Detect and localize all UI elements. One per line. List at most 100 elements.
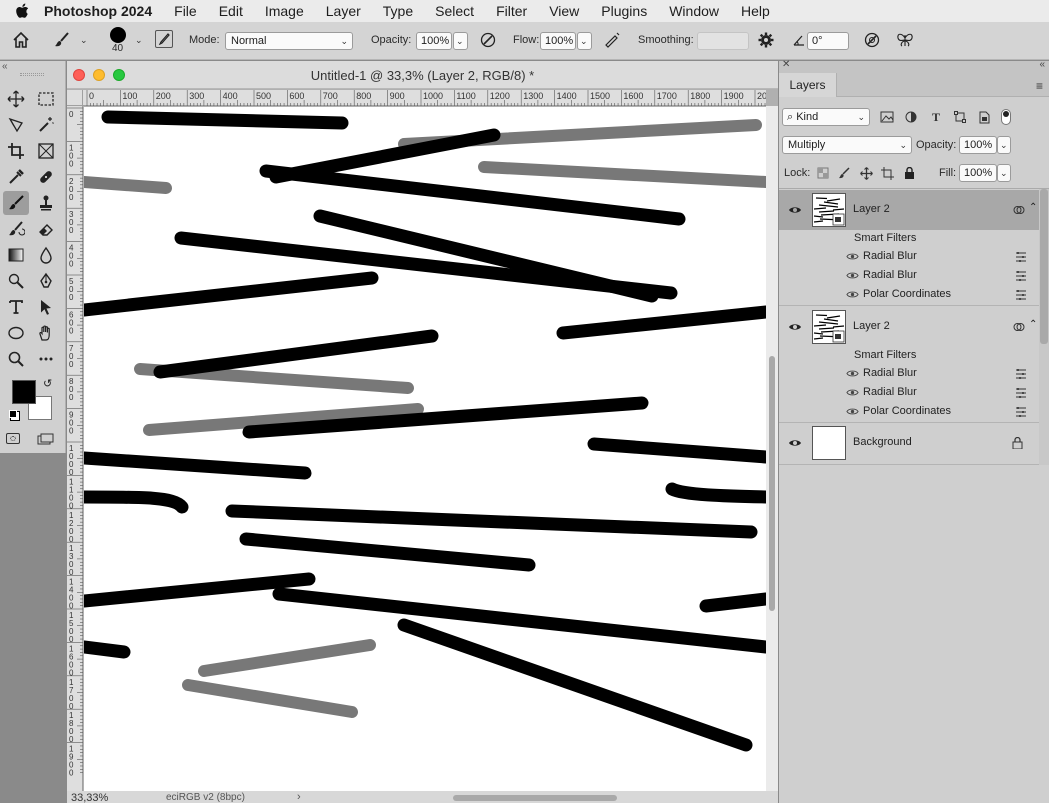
fill-field[interactable]: 100% [959, 164, 997, 182]
angle-field[interactable]: 0° [807, 32, 849, 50]
more-tools-icon[interactable] [33, 347, 59, 371]
layer-thumbnail[interactable] [812, 426, 846, 460]
flow-dropdown[interactable]: ⌄ [577, 32, 592, 50]
magic-wand-icon[interactable] [33, 113, 59, 137]
opacity-dropdown[interactable]: ⌄ [453, 32, 468, 50]
clone-stamp-icon[interactable] [33, 191, 59, 215]
visibility-eye-icon[interactable] [788, 320, 802, 334]
image-canvas[interactable] [84, 107, 766, 791]
layers-scrollbar[interactable] [1039, 189, 1049, 465]
home-icon[interactable] [11, 30, 31, 50]
collapse-panel-icon[interactable]: « [2, 61, 8, 72]
crop-tool-icon[interactable] [3, 139, 29, 163]
blend-mode-select[interactable]: Multiply ⌄ [782, 136, 912, 154]
smart-filter-name[interactable]: Radial Blur [863, 386, 917, 398]
flow-field[interactable]: 100% [540, 32, 576, 50]
brush-settings-icon[interactable] [155, 30, 173, 48]
layer-row[interactable]: Background [779, 423, 1039, 463]
layer-opacity-field[interactable]: 100% [959, 136, 997, 154]
layers-scrollbar-thumb[interactable] [1040, 189, 1048, 344]
smart-filter-name[interactable]: Radial Blur [863, 367, 917, 379]
visibility-eye-icon[interactable] [788, 203, 802, 217]
smart-filter-name[interactable]: Polar Coordinates [863, 288, 951, 300]
toolbox-grip[interactable] [20, 73, 44, 76]
marquee-tool-icon[interactable] [33, 87, 59, 111]
brush-preview-icon[interactable] [110, 27, 126, 43]
filter-blending-options-icon[interactable] [1015, 387, 1027, 399]
menu-select[interactable]: Select [435, 3, 474, 19]
apple-icon[interactable] [0, 3, 44, 19]
layer-opacity-dropdown[interactable]: ⌄ [997, 136, 1011, 154]
lasso-tool-icon[interactable] [3, 113, 29, 137]
eyedropper-tool-icon[interactable] [3, 165, 29, 189]
smart-filter-options-icon[interactable] [1013, 204, 1025, 216]
pressure-size-icon[interactable] [862, 30, 882, 50]
filter-visibility-eye-icon[interactable] [846, 405, 859, 418]
pen-tool-icon[interactable] [33, 269, 59, 293]
lock-image-brush-icon[interactable] [835, 164, 853, 182]
layer-thumbnail[interactable] [812, 193, 846, 227]
tab-layers[interactable]: Layers [779, 73, 837, 97]
pressure-opacity-icon[interactable] [478, 30, 498, 50]
zoom-tool-icon[interactable] [3, 347, 29, 371]
menu-edit[interactable]: Edit [219, 3, 243, 19]
blur-tool-icon[interactable] [33, 243, 59, 267]
smart-filter-name[interactable]: Radial Blur [863, 250, 917, 262]
filter-blending-options-icon[interactable] [1015, 289, 1027, 301]
brush-tool-icon[interactable] [3, 191, 29, 215]
filter-visibility-eye-icon[interactable] [846, 288, 859, 301]
path-selection-icon[interactable] [33, 295, 59, 319]
smart-filter-row[interactable]: Radial Blur [779, 365, 1039, 383]
filter-blending-options-icon[interactable] [1015, 406, 1027, 418]
vertical-ruler[interactable]: 0100200300400500600700800900100011001200… [67, 106, 83, 791]
lock-artboard-icon[interactable] [878, 164, 896, 182]
filter-kind-select[interactable]: ⌕ Kind ⌄ [782, 108, 870, 126]
quick-mask-icon[interactable] [6, 433, 20, 444]
app-name-menu[interactable]: Photoshop 2024 [44, 3, 152, 19]
vertical-scrollbar[interactable] [766, 106, 778, 791]
filter-visibility-eye-icon[interactable] [846, 367, 859, 380]
smoothing-field[interactable] [697, 32, 749, 50]
screen-mode-icon[interactable] [37, 433, 55, 445]
smart-filter-row[interactable]: Polar Coordinates [779, 286, 1039, 304]
foreground-color-swatch-front[interactable] [12, 380, 36, 404]
fill-dropdown[interactable]: ⌄ [997, 164, 1011, 182]
horizontal-ruler[interactable]: 0 100 200 300 400 500 600 700 800 900 1000 1100 1200… [83, 90, 772, 106]
smart-filter-row[interactable]: Radial Blur [779, 384, 1039, 402]
menu-image[interactable]: Image [265, 3, 304, 19]
tool-preset-chevron-icon[interactable]: ⌄ [80, 35, 88, 46]
menu-filter[interactable]: Filter [496, 3, 527, 19]
filter-visibility-eye-icon[interactable] [846, 269, 859, 282]
history-brush-icon[interactable] [3, 217, 29, 241]
layer-row[interactable]: Layer 2 ⌃ [779, 190, 1039, 230]
filter-visibility-eye-icon[interactable] [846, 250, 859, 263]
lock-position-icon[interactable] [857, 164, 875, 182]
layer-name[interactable]: Layer 2 [853, 203, 890, 215]
smart-filter-row[interactable]: Radial Blur [779, 248, 1039, 266]
menu-type[interactable]: Type [383, 3, 413, 19]
lock-transparent-icon[interactable] [814, 164, 832, 182]
move-tool-icon[interactable] [3, 87, 29, 111]
panel-menu-icon[interactable]: ≡ [1036, 79, 1043, 93]
collapse-filters-chevron-icon[interactable]: ⌃ [1029, 202, 1037, 213]
document-titlebar[interactable]: Untitled-1 @ 33,3% (Layer 2, RGB/8) * [67, 61, 778, 89]
zoom-level[interactable]: 33,33% [71, 792, 108, 803]
collapse-panel-icon[interactable]: « [1039, 59, 1045, 70]
ellipse-tool-icon[interactable] [3, 321, 29, 345]
healing-brush-icon[interactable] [33, 165, 59, 189]
menu-plugins[interactable]: Plugins [601, 3, 647, 19]
filter-blending-options-icon[interactable] [1015, 368, 1027, 380]
brush-picker-chevron-icon[interactable]: ⌄ [135, 35, 143, 46]
lock-icon[interactable] [1012, 437, 1023, 449]
filter-toggle-switch[interactable] [1001, 109, 1011, 125]
close-panel-icon[interactable]: ✕ [782, 59, 790, 70]
type-tool-icon[interactable] [3, 295, 29, 319]
filter-smart-object-icon[interactable] [975, 108, 993, 126]
filter-blending-options-icon[interactable] [1015, 251, 1027, 263]
filter-type-icon[interactable]: T [927, 108, 945, 126]
filter-visibility-eye-icon[interactable] [846, 386, 859, 399]
filter-adjustment-icon[interactable] [902, 108, 920, 126]
swap-colors-icon[interactable]: ↺ [43, 377, 52, 390]
filter-blending-options-icon[interactable] [1015, 270, 1027, 282]
menu-view[interactable]: View [549, 3, 579, 19]
